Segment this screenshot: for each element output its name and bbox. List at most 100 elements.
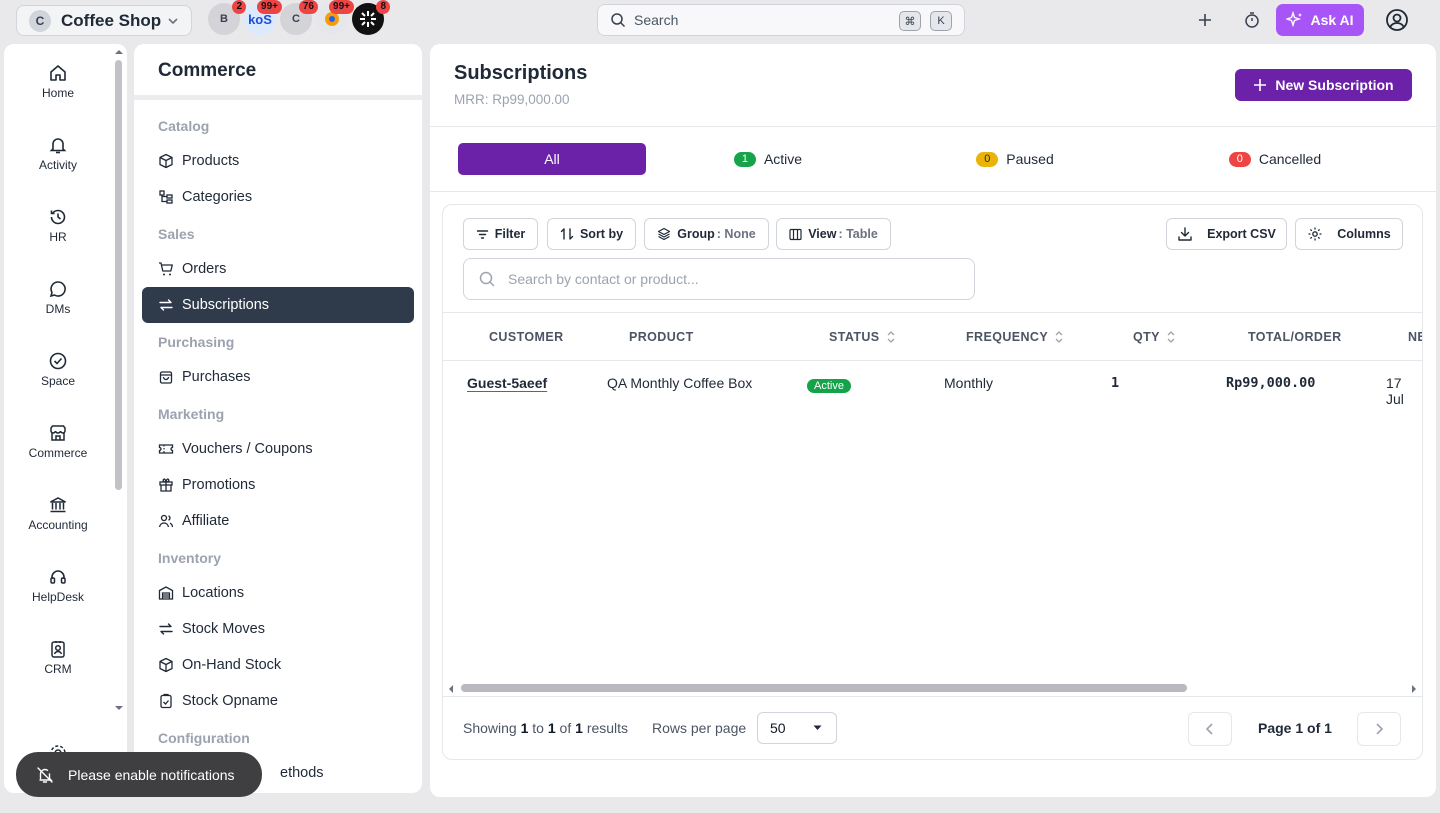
column-header-product[interactable]: PRODUCT xyxy=(629,330,694,344)
column-header-total-order[interactable]: TOTAL/ORDER xyxy=(1248,330,1342,344)
column-header-customer[interactable]: CUSTOMER xyxy=(489,330,564,344)
clipboard-check-icon xyxy=(160,693,172,709)
sidebar-item-products[interactable]: Products xyxy=(142,143,414,179)
page-title: Subscriptions xyxy=(454,62,588,84)
notification-count: 99+ xyxy=(257,0,282,14)
scroll-down-icon[interactable] xyxy=(114,704,124,712)
sidebar-item-vouchers[interactable]: Vouchers / Coupons xyxy=(142,431,414,467)
bell-icon xyxy=(49,137,67,153)
scroll-left-icon[interactable] xyxy=(447,684,455,694)
column-header-next[interactable]: NE xyxy=(1408,330,1422,344)
subscriptions-table-card: Filter Sort by Group: None View: Table E… xyxy=(442,204,1423,760)
sidebar-item-promotions[interactable]: Promotions xyxy=(142,467,414,503)
rail-item-hr[interactable]: HR xyxy=(4,195,112,255)
tab-count: 0 xyxy=(976,151,999,167)
filter-icon xyxy=(476,229,488,239)
sidebar-item-categories[interactable]: Categories xyxy=(142,179,414,215)
workspace-app-b[interactable]: B 2 xyxy=(208,0,246,35)
timer-button[interactable] xyxy=(1240,8,1264,32)
tab-paused[interactable]: 0 Paused xyxy=(960,143,1070,175)
bell-off-icon xyxy=(37,766,53,783)
sidebar-item-orders[interactable]: Orders xyxy=(142,251,414,287)
sidebar-item-stock-moves[interactable]: Stock Moves xyxy=(142,611,414,647)
history-icon xyxy=(50,209,66,224)
status-badge: Active xyxy=(807,379,851,393)
rail-item-commerce[interactable]: Commerce xyxy=(4,411,112,471)
rail-item-crm[interactable]: CRM xyxy=(4,627,112,687)
page-indicator: Page 1 of 1 xyxy=(1258,720,1332,736)
rail-item-activity[interactable]: Activity xyxy=(4,123,112,183)
workspace-apps: B 2 koS 99+ C 76 99+ 8 xyxy=(208,0,390,35)
group-button[interactable]: Group: None xyxy=(644,218,769,250)
sidebar-title: Commerce xyxy=(158,60,257,81)
sort-button[interactable]: Sort by xyxy=(547,218,636,250)
tab-active[interactable]: 1 Active xyxy=(718,143,818,175)
repeat-icon xyxy=(159,299,173,311)
filter-button[interactable]: Filter xyxy=(463,218,538,250)
category-tree-icon xyxy=(159,190,173,204)
frequency-cell: Monthly xyxy=(944,375,994,391)
notification-count: 76 xyxy=(298,0,318,14)
workspace-switcher[interactable]: C Coffee Shop xyxy=(16,5,192,36)
notification-count: 8 xyxy=(376,0,390,14)
burst-logo-icon xyxy=(360,11,376,27)
warehouse-icon xyxy=(158,586,174,600)
rows-per-page-select[interactable]: 50 xyxy=(757,712,837,744)
plus-icon xyxy=(1254,79,1267,91)
ask-ai-button[interactable]: Ask AI xyxy=(1276,4,1364,36)
column-header-status[interactable]: STATUS xyxy=(829,330,896,344)
global-search[interactable]: Search ⌘ K xyxy=(597,4,965,36)
scroll-right-icon[interactable] xyxy=(1410,684,1418,694)
gift-icon xyxy=(159,478,173,492)
rail-item-space[interactable]: Space xyxy=(4,339,112,399)
sidebar-item-stock-opname[interactable]: Stock Opname xyxy=(142,683,414,719)
contact-card-icon xyxy=(51,640,65,658)
rows-per-page-label: Rows per page xyxy=(652,720,747,736)
shopping-bag-icon xyxy=(159,371,173,384)
section-inventory: Inventory xyxy=(158,550,222,566)
column-header-frequency[interactable]: FREQUENCY xyxy=(966,330,1064,344)
rail-item-accounting[interactable]: Accounting xyxy=(4,483,112,543)
sidebar-item-purchases[interactable]: Purchases xyxy=(142,359,414,395)
chevron-down-icon xyxy=(168,18,178,25)
notification-toast[interactable]: Please enable notifications xyxy=(16,752,262,797)
caret-down-icon xyxy=(813,725,822,730)
view-button[interactable]: View: Table xyxy=(776,218,891,250)
column-header-qty[interactable]: QTY xyxy=(1133,330,1176,344)
chevron-left-icon xyxy=(1205,723,1213,735)
previous-page-button[interactable] xyxy=(1188,712,1232,746)
rail-item-dms[interactable]: DMs xyxy=(4,267,112,327)
rail-scrollbar[interactable] xyxy=(115,60,122,490)
rail-item-helpdesk[interactable]: HelpDesk xyxy=(4,555,112,615)
sidebar-item-affiliate[interactable]: Affiliate xyxy=(142,503,414,539)
workspace-app-c[interactable]: C 76 xyxy=(280,0,318,35)
sidebar-item-on-hand-stock[interactable]: On-Hand Stock xyxy=(142,647,414,683)
tab-cancelled[interactable]: 0 Cancelled xyxy=(1210,143,1340,175)
new-subscription-button[interactable]: New Subscription xyxy=(1235,69,1412,101)
workspace-app-kos[interactable]: koS 99+ xyxy=(244,0,282,35)
customer-link[interactable]: Guest-5aeef xyxy=(467,375,547,391)
workspace-app-logo[interactable]: 99+ xyxy=(316,0,354,35)
header-divider xyxy=(430,126,1436,127)
sidebar-item-subscriptions[interactable]: Subscriptions xyxy=(142,287,414,323)
workspace-app-dark[interactable]: 8 xyxy=(352,0,390,35)
check-circle-icon xyxy=(49,352,67,369)
export-csv-button[interactable]: Export CSV xyxy=(1166,218,1287,250)
sidebar-item-locations[interactable]: Locations xyxy=(142,575,414,611)
columns-button[interactable]: Columns xyxy=(1295,218,1403,250)
next-date-cell: 17 Jul xyxy=(1386,375,1404,407)
horizontal-scrollbar[interactable] xyxy=(461,684,1187,692)
qty-cell: 1 xyxy=(1111,375,1120,391)
next-page-button[interactable] xyxy=(1357,712,1401,746)
chat-icon xyxy=(49,280,66,297)
rail-item-home[interactable]: Home xyxy=(4,51,112,111)
scroll-up-icon[interactable] xyxy=(114,48,124,56)
section-sales: Sales xyxy=(158,226,195,242)
ticket-icon xyxy=(158,444,174,454)
tab-count: 0 xyxy=(1228,151,1251,167)
tab-all[interactable]: All xyxy=(458,143,646,175)
table-search-input[interactable]: Search by contact or product... xyxy=(463,258,975,300)
profile-button[interactable] xyxy=(1384,7,1410,33)
add-button[interactable] xyxy=(1193,8,1217,32)
cart-icon xyxy=(159,262,173,276)
